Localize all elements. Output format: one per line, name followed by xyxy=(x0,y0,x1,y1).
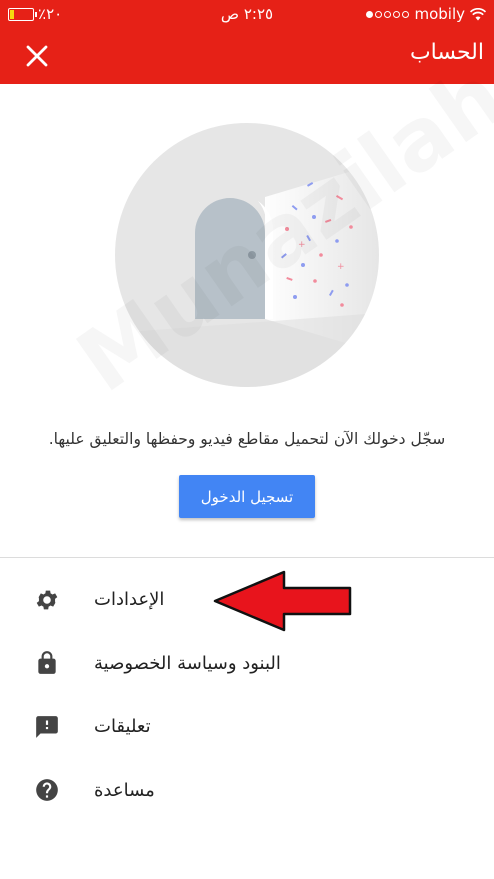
divider xyxy=(0,557,494,558)
wifi-icon xyxy=(470,7,486,20)
signin-message: سجّل دخولك الآن لتحميل مقاطع فيديو وحفظه… xyxy=(48,430,446,448)
annotation-arrow xyxy=(213,570,352,632)
help-icon xyxy=(34,777,60,803)
menu-item-label: تعليقات xyxy=(94,716,151,738)
gear-icon xyxy=(34,587,60,613)
status-bar: ٪٢٠ ٢:٢٥ ص mobily xyxy=(0,0,494,28)
signin-button[interactable]: تسجيل الدخول xyxy=(179,475,315,518)
svg-text:+: + xyxy=(298,240,306,250)
signal-strength-icon xyxy=(366,10,410,18)
signin-illustration: + + xyxy=(115,123,379,387)
menu-item-help[interactable]: مساعدة xyxy=(0,759,494,823)
feedback-icon xyxy=(34,714,60,740)
signal-group: mobily xyxy=(366,5,486,23)
svg-text:+: + xyxy=(337,262,345,272)
menu-item-terms-privacy[interactable]: البنود وسياسة الخصوصية xyxy=(0,632,494,696)
page-title: الحساب xyxy=(409,40,484,65)
menu-item-label: مساعدة xyxy=(94,779,155,801)
menu-item-label: الإعدادات xyxy=(94,589,165,611)
app-bar: الحساب xyxy=(0,28,494,84)
lock-icon xyxy=(34,650,60,676)
close-icon[interactable] xyxy=(22,41,52,71)
menu-item-feedback[interactable]: تعليقات xyxy=(0,695,494,759)
carrier-name: mobily xyxy=(414,5,465,23)
menu-item-label: البنود وسياسة الخصوصية xyxy=(94,652,281,674)
